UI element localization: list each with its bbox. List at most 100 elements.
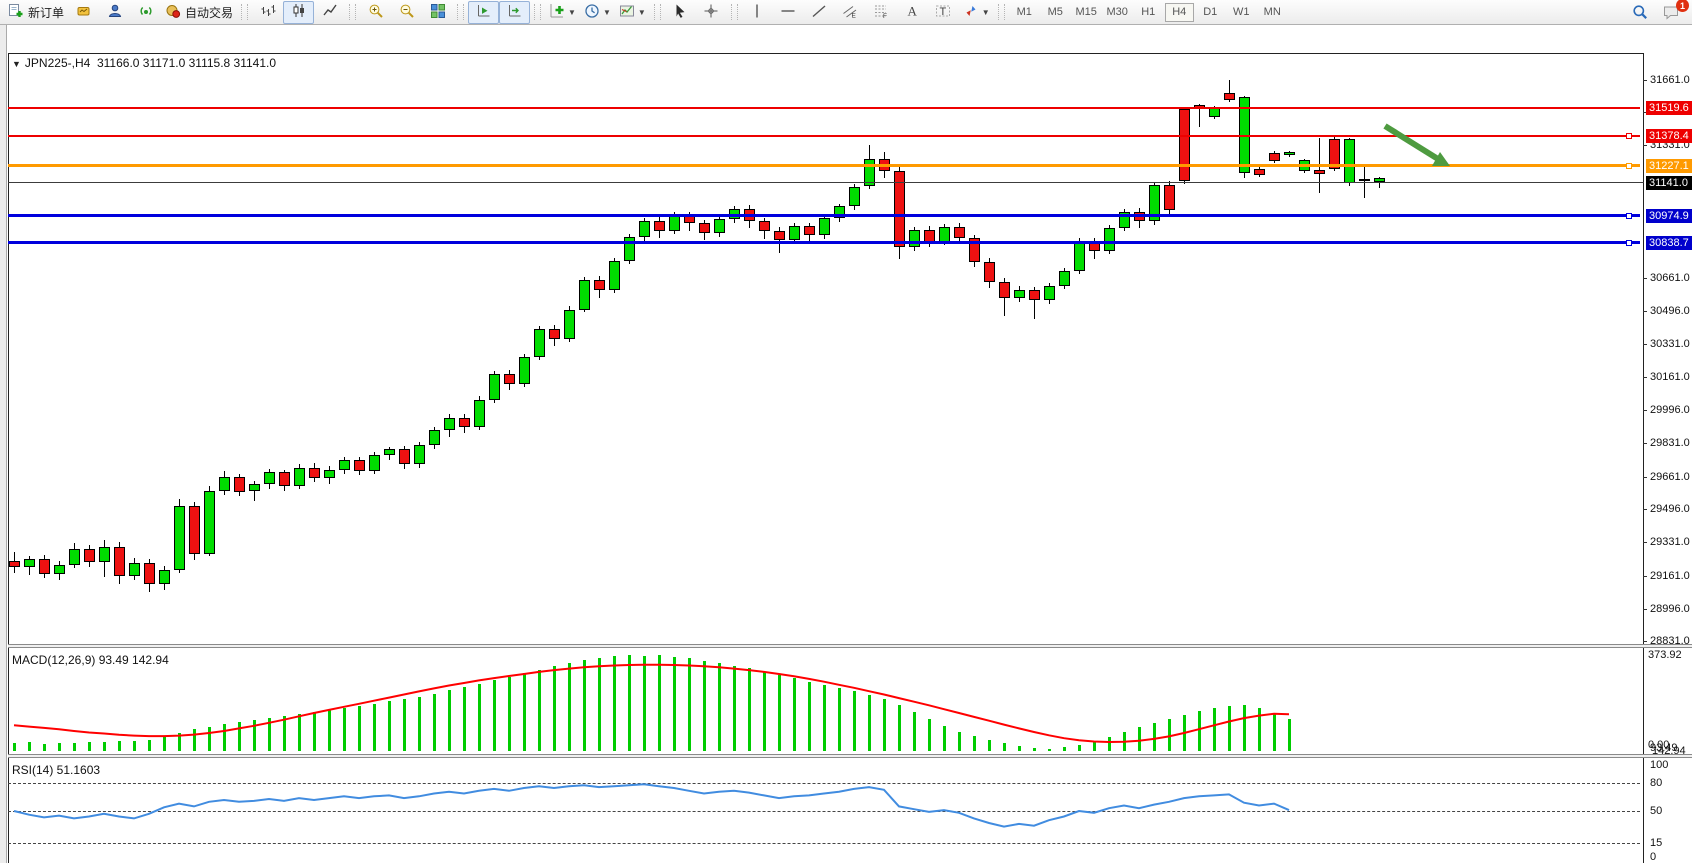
- window-left-border: [0, 25, 7, 863]
- toolbar-group-separator: [731, 4, 738, 20]
- timeframe-button-m5[interactable]: M5: [1041, 3, 1070, 22]
- templates-button[interactable]: ▼: [615, 1, 650, 24]
- rsi-indicator-label: RSI(14) 51.1603: [12, 763, 100, 777]
- vertical-line-icon: [749, 3, 765, 22]
- rsi-scale-label: 0: [1650, 851, 1656, 863]
- candle: [609, 261, 620, 291]
- tile-windows-button[interactable]: [422, 1, 453, 24]
- text-label-button[interactable]: T: [928, 1, 959, 24]
- timeframe-button-h1[interactable]: H1: [1134, 3, 1163, 22]
- zoom-in-icon: [368, 3, 384, 22]
- price-tick-label: 29661.0: [1650, 471, 1690, 483]
- zoom-in-button[interactable]: [360, 1, 391, 24]
- timeframe-button-d1[interactable]: D1: [1196, 3, 1225, 22]
- timeframe-button-h4[interactable]: H4: [1165, 3, 1194, 22]
- fibonacci-icon: F: [873, 3, 889, 22]
- candle: [639, 221, 650, 237]
- price-level-line[interactable]: [8, 182, 1644, 183]
- auto-trading-button[interactable]: 自动交易: [161, 1, 237, 24]
- toolbar-group-separator: [998, 4, 1005, 20]
- market-watch-button[interactable]: [68, 1, 99, 24]
- candle: [84, 549, 95, 562]
- notifications-button[interactable]: 1: [1655, 2, 1686, 25]
- new-order-button[interactable]: 新订单: [4, 1, 68, 24]
- crosshair-button[interactable]: [696, 1, 727, 24]
- horizontal-line-button[interactable]: [773, 1, 804, 24]
- equidistant-channel-icon: E: [842, 3, 858, 22]
- ohlc-values: 31166.0 31171.0 31115.8 31141.0: [97, 56, 276, 70]
- candle: [1059, 271, 1070, 286]
- price-level-tag: 30838.7: [1646, 236, 1692, 250]
- level-drag-handle[interactable]: [1626, 213, 1632, 219]
- search-button[interactable]: [1624, 2, 1655, 25]
- timeframe-button-m30[interactable]: M30: [1103, 3, 1132, 22]
- level-drag-handle[interactable]: [1626, 133, 1632, 139]
- line-chart-button[interactable]: [314, 1, 345, 24]
- new-order-icon: [8, 3, 24, 22]
- candle: [579, 280, 590, 310]
- macd-pane-splitter[interactable]: [8, 644, 1692, 648]
- timeframe-button-w1[interactable]: W1: [1227, 3, 1256, 22]
- timeframe-button-mn[interactable]: MN: [1258, 3, 1287, 22]
- fibonacci-button[interactable]: F: [866, 1, 897, 24]
- text-button[interactable]: A: [897, 1, 928, 24]
- candle: [984, 262, 995, 282]
- price-tick-mark: [1643, 641, 1647, 642]
- price-level-line[interactable]: [8, 241, 1640, 244]
- price-axis-line[interactable]: [1643, 53, 1644, 863]
- candle: [1044, 286, 1055, 301]
- trend-arrow-annotation[interactable]: [1380, 120, 1460, 175]
- bar-chart-button[interactable]: [252, 1, 283, 24]
- price-tick-mark: [1643, 80, 1647, 81]
- rsi-scale-label: 100: [1650, 759, 1668, 771]
- toolbar-group-separator: [457, 4, 464, 20]
- price-tick-label: 29831.0: [1650, 437, 1690, 449]
- collapse-triangle-icon[interactable]: ▼: [12, 59, 21, 69]
- candle: [594, 280, 605, 291]
- candle: [1374, 178, 1385, 182]
- price-tick-label: 30331.0: [1650, 338, 1690, 350]
- toolbar-group-separator: [654, 4, 661, 20]
- equidistant-channel-button[interactable]: E: [835, 1, 866, 24]
- trend-line-button[interactable]: [804, 1, 835, 24]
- candle: [144, 563, 155, 585]
- price-level-line[interactable]: [8, 214, 1640, 217]
- price-level-line[interactable]: [8, 107, 1640, 109]
- cursor-button[interactable]: [665, 1, 696, 24]
- candle: [39, 559, 50, 574]
- chevron-down-icon: ▼: [982, 8, 990, 17]
- chevron-down-icon: ▼: [638, 8, 646, 17]
- candle: [519, 357, 530, 384]
- auto-trading-icon: [165, 3, 181, 22]
- signals-button[interactable]: [130, 1, 161, 24]
- timeframe-button-m15[interactable]: M15: [1072, 3, 1101, 22]
- candle: [1224, 93, 1235, 101]
- price-level-tag: 31227.1: [1646, 159, 1692, 173]
- timeframe-button-m1[interactable]: M1: [1010, 3, 1039, 22]
- signals-icon: [138, 3, 154, 22]
- candle: [354, 460, 365, 470]
- navigator-button[interactable]: [99, 1, 130, 24]
- candle: [804, 226, 815, 235]
- price-tick-mark: [1643, 377, 1647, 378]
- periods-button[interactable]: ▼: [580, 1, 615, 24]
- level-drag-handle[interactable]: [1626, 163, 1632, 169]
- arrows-button[interactable]: ▼: [959, 1, 994, 24]
- plot-top-border: [8, 53, 1643, 54]
- rsi-scale-label: 80: [1650, 777, 1662, 789]
- mt4-application: 新订单自动交易▼▼▼EFAT▼M1M5M15M30H1H4D1W1MN 1 31…: [0, 0, 1692, 863]
- candle: [909, 230, 920, 247]
- candle: [474, 400, 485, 428]
- candle: [819, 218, 830, 235]
- auto-scroll-button[interactable]: [468, 1, 499, 24]
- candle: [324, 470, 335, 478]
- level-drag-handle[interactable]: [1626, 240, 1632, 246]
- indicators-button[interactable]: ▼: [545, 1, 580, 24]
- zoom-out-button[interactable]: [391, 1, 422, 24]
- text-label-icon: T: [935, 3, 951, 22]
- macd-scale-top-label: 373.92: [1648, 649, 1682, 661]
- vertical-line-button[interactable]: [742, 1, 773, 24]
- candlestick-chart-button[interactable]: [283, 1, 314, 24]
- candle: [9, 561, 20, 567]
- chart-shift-button[interactable]: [499, 1, 530, 24]
